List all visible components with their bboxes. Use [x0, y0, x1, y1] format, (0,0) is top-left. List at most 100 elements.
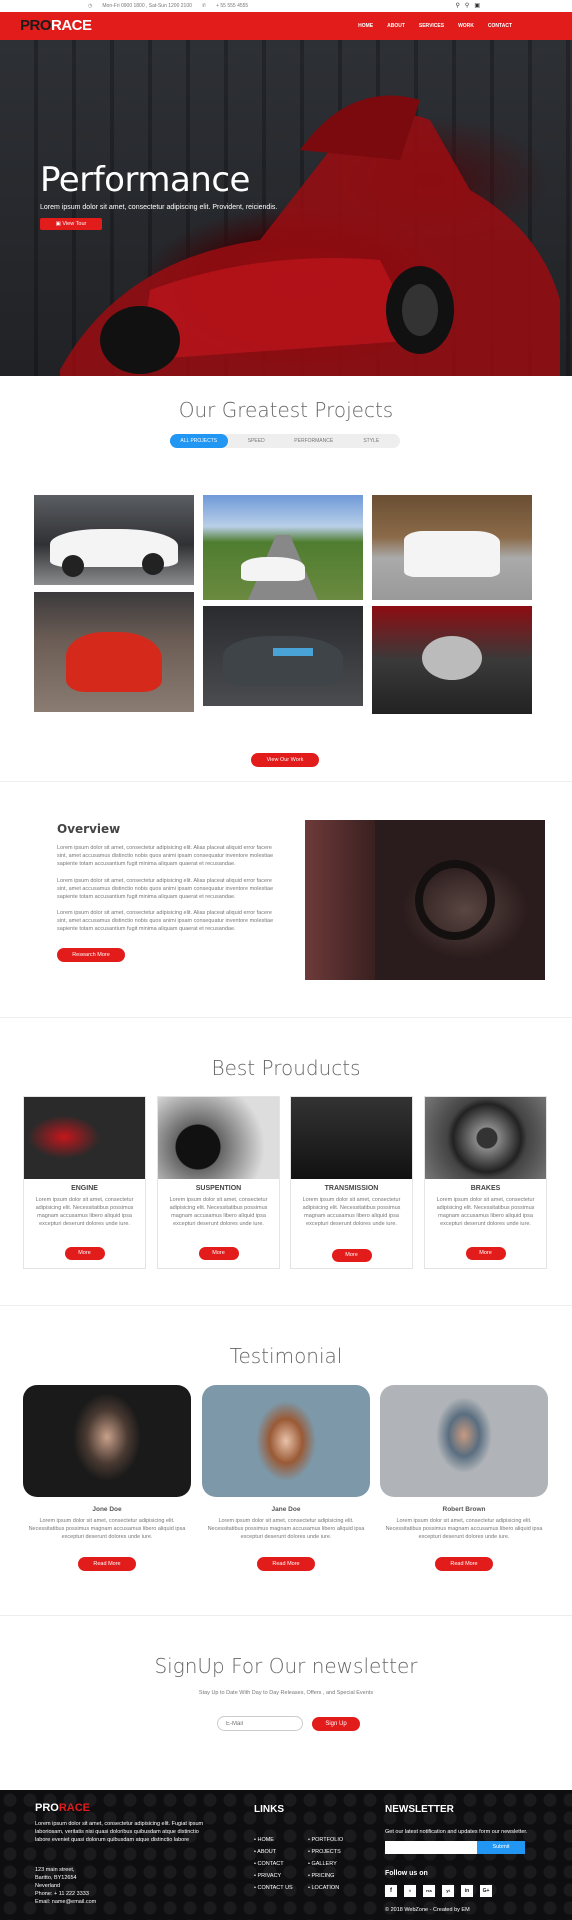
rss-icon[interactable]: rss: [423, 1885, 435, 1897]
footer-submit-button[interactable]: Submit: [477, 1841, 525, 1854]
footer-link-privacy[interactable]: • PRIVACY: [254, 1870, 294, 1882]
newsletter-footer-text: Get our latest notification and updates …: [385, 1829, 528, 1835]
testimonial-text: Lorem ipsum dolor sit amet, consectetur …: [28, 1518, 186, 1540]
footer-address: 123 main street, Baritto, BY12654 Neverl…: [35, 1866, 155, 1906]
testimonial-photo-jane: [202, 1385, 370, 1497]
view-our-work-button[interactable]: View Our Work: [251, 753, 319, 767]
nav-work[interactable]: WORK: [458, 23, 474, 29]
read-more-button[interactable]: Read More: [435, 1557, 493, 1571]
footer-link-contact[interactable]: • CONTACT: [254, 1858, 294, 1870]
social-icons: f t rss yt in G+: [385, 1885, 492, 1897]
hero-title: Performance: [40, 160, 250, 200]
follow-us-label: Follow us on: [385, 1870, 428, 1877]
email-input[interactable]: [217, 1716, 303, 1731]
product-card-engine: ENGINE Lorem ipsum dolor sit amet, conse…: [23, 1096, 146, 1269]
footer-logo[interactable]: PRORACE: [35, 1802, 90, 1814]
suspension-photo: [158, 1097, 279, 1179]
product-more-button[interactable]: More: [198, 1247, 239, 1260]
tab-speed[interactable]: SPEED: [228, 434, 286, 448]
copyright-text: © 2018 WebZone - Created by EM: [385, 1907, 470, 1913]
product-more-button[interactable]: More: [331, 1249, 372, 1262]
testimonial-name: Robert Brown: [442, 1506, 486, 1513]
footer-about-text: Lorem ipsum dolor sit amet, consectetur …: [35, 1821, 204, 1843]
nav-about[interactable]: ABOUT: [387, 23, 405, 29]
links-title: LINKS: [254, 1804, 284, 1815]
testimonial-photo-jone: [23, 1385, 191, 1497]
links-column-2: • PORTFOLIO • PROJECTS • GALLERY • PRICI…: [308, 1834, 358, 1894]
footer-phone: Phone: + 11 222 3333: [35, 1891, 89, 1897]
footer-link-location[interactable]: • LOCATION: [308, 1882, 358, 1894]
linkedin-icon[interactable]: in: [461, 1885, 473, 1897]
hero-banner: Performance Lorem ipsum dolor sit amet, …: [0, 40, 572, 376]
product-title: SUSPENTION: [195, 1185, 242, 1192]
site-footer: PRORACE Lorem ipsum dolor sit amet, cons…: [0, 1790, 572, 1920]
search-icon[interactable]: ⚲: [465, 2, 469, 9]
section-divider: [0, 1305, 572, 1306]
footer-link-home[interactable]: • HOME: [254, 1834, 294, 1846]
overview-paragraph-1: Lorem ipsum dolor sit amet, consectetur …: [57, 845, 274, 867]
product-title: BRAKES: [470, 1185, 501, 1192]
location-icon[interactable]: ⚲: [456, 2, 460, 9]
youtube-icon[interactable]: yt: [442, 1885, 454, 1897]
footer-link-contact-us[interactable]: • CONTACT US: [254, 1884, 294, 1892]
google-plus-icon[interactable]: G+: [480, 1885, 492, 1897]
project-photo-white-suv[interactable]: [372, 495, 532, 600]
links-column-1: • HOME • ABOUT • CONTACT • PRIVACY • CON…: [254, 1834, 294, 1892]
project-photo-white-convertible[interactable]: [34, 495, 194, 585]
nav-contact[interactable]: CONTACT: [488, 23, 512, 29]
product-description: Lorem ipsum dolor sit amet, consectetur …: [35, 1197, 134, 1227]
projects-title: Our Greatest Projects: [178, 398, 394, 422]
view-tour-button[interactable]: ▣ View Tour: [40, 218, 102, 230]
footer-link-gallery[interactable]: • GALLERY: [308, 1858, 358, 1870]
footer-logo-part2: RACE: [58, 1802, 91, 1814]
project-photo-grey-corvette[interactable]: [203, 606, 363, 706]
read-more-button[interactable]: Read More: [257, 1557, 315, 1571]
product-more-button[interactable]: More: [465, 1247, 506, 1260]
product-card-brakes: BRAKES Lorem ipsum dolor sit amet, conse…: [424, 1096, 547, 1269]
product-more-button[interactable]: More: [64, 1247, 105, 1260]
project-photo-red-supercar[interactable]: [34, 592, 194, 712]
nav-home[interactable]: HOME: [358, 23, 373, 29]
brand-logo-part1: PRO: [20, 17, 52, 34]
address-line: Neverland: [35, 1883, 61, 1889]
project-photo-road-car[interactable]: [203, 495, 363, 600]
top-info-bar: ◷ Mon-Fri 0900 1800 , Sat-Sun 1200 2100 …: [0, 0, 572, 12]
newsletter-subtitle: Stay Up to Date With Day to Day Releases…: [198, 1690, 374, 1696]
tab-style[interactable]: STYLE: [343, 434, 401, 448]
product-description: Lorem ipsum dolor sit amet, consectetur …: [436, 1197, 535, 1227]
footer-link-pricing[interactable]: • PRICING: [308, 1870, 358, 1882]
tab-all-projects[interactable]: ALL PROJECTS: [170, 434, 228, 448]
tab-performance[interactable]: PERFORMANCE: [285, 434, 343, 448]
nav-services[interactable]: SERVICES: [419, 23, 444, 29]
footer-email: Email: name@email.com: [35, 1899, 97, 1905]
overview-title: Overview: [57, 822, 121, 836]
research-more-button[interactable]: Research More: [57, 948, 125, 962]
camera-icon: ▣: [55, 221, 61, 227]
newsletter-footer-title: NEWSLETTER: [385, 1804, 454, 1815]
products-title: Best Prouducts: [211, 1056, 361, 1080]
project-photo-engine-bay[interactable]: [372, 606, 532, 714]
overview-interior-photo: [305, 820, 545, 980]
phone-icon: ✆: [201, 3, 207, 9]
twitter-icon[interactable]: t: [404, 1885, 416, 1897]
footer-email-input[interactable]: [385, 1841, 477, 1854]
footer-link-about[interactable]: • ABOUT: [254, 1846, 294, 1858]
section-divider: [0, 781, 572, 782]
main-navbar: PRORACE HOME ABOUT SERVICES WORK CONTACT: [0, 12, 572, 40]
testimonial-title: Testimonial: [229, 1344, 343, 1368]
testimonial-text: Lorem ipsum dolor sit amet, consectetur …: [385, 1518, 543, 1540]
read-more-button[interactable]: Read More: [78, 1557, 136, 1571]
clock-icon: ◷: [88, 3, 93, 9]
project-filter-tabs: ALL PROJECTS SPEED PERFORMANCE STYLE: [170, 434, 400, 448]
address-line: Baritto, BY12654: [35, 1875, 77, 1881]
testimonial-name: Jane Doe: [271, 1506, 301, 1513]
footer-link-portfolio[interactable]: • PORTFOLIO: [308, 1834, 358, 1846]
phone-number: + 55 555 4555: [216, 3, 249, 9]
footer-link-projects[interactable]: • PROJECTS: [308, 1846, 358, 1858]
brand-logo[interactable]: PRORACE: [20, 17, 92, 34]
product-title: TRANSMISSION: [324, 1185, 379, 1192]
signup-button[interactable]: Sign Up: [312, 1717, 360, 1731]
cart-icon[interactable]: ▣: [474, 2, 480, 9]
address-line: 123 main street,: [35, 1867, 75, 1873]
facebook-icon[interactable]: f: [385, 1885, 397, 1897]
